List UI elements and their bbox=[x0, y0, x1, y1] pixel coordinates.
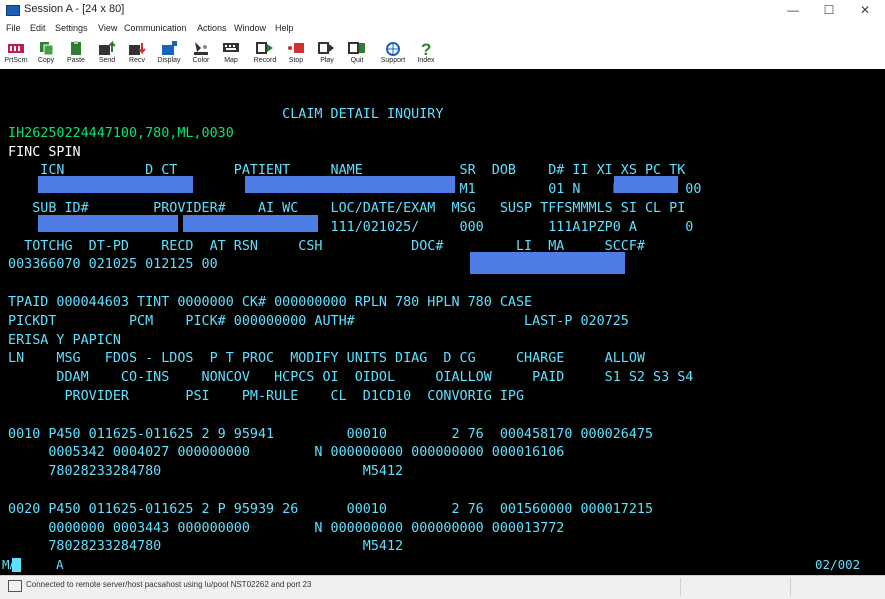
copy-label: Copy bbox=[37, 57, 55, 64]
svg-text:?: ? bbox=[421, 40, 431, 56]
menu-actions[interactable]: Actions bbox=[197, 23, 227, 33]
stop-icon bbox=[286, 40, 306, 56]
recv-button[interactable]: Recv bbox=[124, 40, 150, 68]
oia-indicator: A bbox=[56, 557, 64, 572]
terminal-line: IH26250224447100,780,ML,0030 bbox=[0, 125, 234, 141]
print-screen-icon bbox=[6, 40, 26, 56]
quit-icon bbox=[347, 40, 367, 56]
terminal-line: 003366070 021025 012125 00 004 Y bbox=[0, 257, 533, 273]
status-separator bbox=[680, 578, 681, 596]
menu-help[interactable]: Help bbox=[275, 23, 294, 33]
close-button[interactable]: ✕ bbox=[847, 0, 883, 20]
oia-status-line: MA A 02/002 bbox=[0, 555, 885, 575]
terminal-cursor bbox=[12, 558, 21, 572]
terminal-line: ERISA Y PAPICN bbox=[0, 332, 121, 348]
terminal-line: LN MSG FDOS - LDOS P T PROC MODIFY UNITS… bbox=[0, 351, 645, 367]
play-label: Play bbox=[320, 57, 334, 64]
prtscrn-label: PrtScrn bbox=[4, 57, 28, 64]
terminal-line: 78028233284780 M5412 bbox=[0, 464, 404, 480]
menu-settings[interactable]: Settings bbox=[55, 23, 88, 33]
menu-window[interactable]: Window bbox=[234, 23, 266, 33]
title-bar: Session A - [24 x 80] — ☐ ✕ bbox=[0, 0, 885, 20]
cursor-position: 02/002 bbox=[815, 557, 861, 572]
support-button[interactable]: Support bbox=[377, 40, 409, 68]
prtscrn-button[interactable]: PrtScrn bbox=[3, 40, 29, 68]
copy-button[interactable]: Copy bbox=[33, 40, 59, 68]
terminal-line: PICKDT PCM PICK# 000000000 AUTH# LAST-P … bbox=[0, 313, 629, 329]
send-icon bbox=[97, 40, 117, 56]
map-label: Map bbox=[224, 57, 238, 64]
play-icon bbox=[317, 40, 337, 56]
quit-label: Quit bbox=[350, 57, 364, 64]
toolbar: PrtScrn Copy Paste Send Recv Display Col… bbox=[0, 38, 885, 70]
index-icon: ? bbox=[416, 40, 436, 59]
redacted-doc-number bbox=[470, 252, 625, 274]
color-button[interactable]: Color bbox=[188, 40, 214, 68]
maximize-button[interactable]: ☐ bbox=[811, 0, 847, 20]
stop-label: Stop bbox=[288, 57, 304, 64]
recv-label: Recv bbox=[129, 57, 145, 64]
send-button[interactable]: Send bbox=[94, 40, 120, 68]
display-button[interactable]: Display bbox=[154, 40, 184, 68]
record-button[interactable]: Record bbox=[250, 40, 280, 68]
map-button[interactable]: Map bbox=[218, 40, 244, 68]
play-button[interactable]: Play bbox=[314, 40, 340, 68]
terminal-line: 0005342 0004027 000000000 N 000000000 00… bbox=[0, 445, 565, 461]
session-app-icon bbox=[6, 5, 20, 16]
menu-file[interactable]: File bbox=[6, 23, 21, 33]
menu-bar: File Edit Settings View Communication Ac… bbox=[0, 20, 885, 38]
record-label: Record bbox=[253, 57, 277, 64]
minimize-button[interactable]: — bbox=[775, 0, 811, 20]
terminal-screen[interactable]: CLAIM DETAIL INQUIRY IH26250224447100,78… bbox=[0, 69, 885, 555]
support-icon bbox=[383, 40, 403, 56]
menu-view[interactable]: View bbox=[98, 23, 117, 33]
terminal-line: 0000000 0003443 000000000 N 000000000 00… bbox=[0, 520, 565, 536]
color-label: Color bbox=[192, 57, 210, 64]
redacted-provider bbox=[183, 215, 318, 232]
color-icon bbox=[191, 40, 211, 56]
window-title: Session A - [24 x 80] bbox=[24, 3, 125, 15]
keyboard-map-icon bbox=[221, 40, 241, 56]
connection-status-text: Connected to remote server/host pacsahos… bbox=[26, 580, 312, 589]
terminal-line: DDAM CO-INS NONCOV HCPCS OI OIDOL OIALLO… bbox=[0, 370, 694, 386]
terminal-line: 78028233284780 M5412 bbox=[0, 539, 404, 555]
terminal-line: CLAIM DETAIL INQUIRY bbox=[0, 107, 444, 122]
terminal-line: PROVIDER PSI PM-RULE CL D1CD10 CONVORIG … bbox=[0, 389, 525, 404]
terminal-line: FINC SPIN bbox=[0, 144, 81, 160]
copy-icon bbox=[36, 40, 56, 56]
status-separator bbox=[790, 578, 791, 596]
paste-button[interactable]: Paste bbox=[63, 40, 89, 68]
record-icon bbox=[255, 40, 275, 56]
index-button[interactable]: ? Index bbox=[413, 40, 439, 68]
paste-label: Paste bbox=[67, 57, 85, 64]
redacted-sub-id bbox=[38, 215, 178, 232]
menu-edit[interactable]: Edit bbox=[30, 23, 46, 33]
redacted-patient-name bbox=[245, 176, 455, 193]
redacted-icn bbox=[38, 176, 193, 193]
paste-icon bbox=[66, 40, 86, 56]
quit-button[interactable]: Quit bbox=[344, 40, 370, 68]
terminal-line: 0020 P450 011625-011625 2 P 95939 26 000… bbox=[0, 501, 654, 517]
display-label: Display bbox=[157, 57, 181, 64]
terminal-line: TPAID 000044603 TINT 0000000 CK# 0000000… bbox=[0, 295, 533, 310]
redacted-dob bbox=[614, 176, 678, 193]
status-bar: Connected to remote server/host pacsahos… bbox=[0, 575, 885, 599]
send-label: Send bbox=[98, 57, 116, 64]
index-label: Index bbox=[417, 57, 435, 64]
receive-icon bbox=[127, 40, 147, 56]
connection-icon bbox=[8, 580, 22, 592]
menu-communication[interactable]: Communication bbox=[124, 23, 187, 33]
terminal-line: 0010 P450 011625-011625 2 9 95941 00010 … bbox=[0, 426, 654, 442]
support-label: Support bbox=[380, 57, 406, 64]
stop-button[interactable]: Stop bbox=[283, 40, 309, 68]
display-icon bbox=[159, 40, 179, 56]
